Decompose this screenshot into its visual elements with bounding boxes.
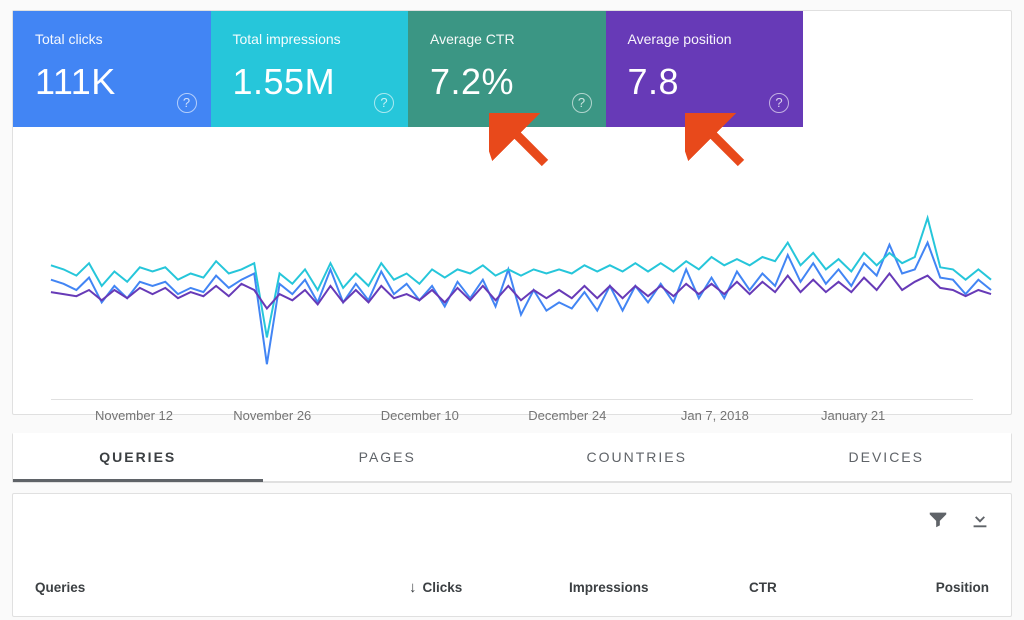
tile-value: 111K — [35, 61, 189, 103]
column-header-queries[interactable]: Queries — [35, 580, 409, 595]
tile-average-ctr[interactable]: Average CTR 7.2% ? — [408, 11, 606, 127]
x-axis-tick-label: November 26 — [233, 408, 311, 423]
tile-label: Average position — [628, 31, 782, 47]
filter-icon[interactable] — [927, 508, 949, 530]
x-axis-tick-label: December 10 — [381, 408, 459, 423]
tab-queries[interactable]: QUERIES — [13, 433, 263, 482]
tile-label: Total clicks — [35, 31, 189, 47]
tab-pages[interactable]: PAGES — [263, 433, 513, 482]
x-axis-tick-label: December 24 — [528, 408, 606, 423]
download-icon[interactable] — [969, 508, 991, 530]
chart-series-line — [51, 243, 991, 365]
dimension-tabs: QUERIES PAGES COUNTRIES DEVICES — [12, 433, 1012, 483]
chart-series-line — [51, 274, 991, 309]
tile-value: 7.8 — [628, 61, 782, 103]
chart-series-line — [51, 218, 991, 338]
tile-value: 7.2% — [430, 61, 584, 103]
help-icon[interactable]: ? — [177, 93, 197, 113]
tile-average-position[interactable]: Average position 7.8 ? — [606, 11, 804, 127]
sort-descending-icon: ↓ — [409, 579, 417, 596]
help-icon[interactable]: ? — [769, 93, 789, 113]
help-icon[interactable]: ? — [374, 93, 394, 113]
column-header-impressions[interactable]: Impressions — [569, 580, 749, 595]
performance-line-chart — [13, 127, 1011, 399]
chart-x-axis: November 12 November 26 December 10 Dece… — [51, 399, 973, 435]
tile-total-impressions[interactable]: Total impressions 1.55M ? — [211, 11, 409, 127]
tile-total-clicks[interactable]: Total clicks 111K ? — [13, 11, 211, 127]
x-axis-tick-label: January 21 — [821, 408, 885, 423]
metric-tiles: Total clicks 111K ? Total impressions 1.… — [13, 11, 803, 127]
help-icon[interactable]: ? — [572, 93, 592, 113]
tile-label: Total impressions — [233, 31, 387, 47]
tile-value: 1.55M — [233, 61, 387, 103]
column-header-position[interactable]: Position — [899, 580, 989, 595]
results-table: Queries ↓ Clicks Impressions CTR Positio… — [12, 493, 1012, 617]
tab-countries[interactable]: COUNTRIES — [512, 433, 762, 482]
tab-devices[interactable]: DEVICES — [762, 433, 1012, 482]
column-header-clicks[interactable]: ↓ Clicks — [409, 579, 569, 596]
table-column-headers: Queries ↓ Clicks Impressions CTR Positio… — [35, 579, 989, 596]
x-axis-tick-label: November 12 — [95, 408, 173, 423]
x-axis-tick-label: Jan 7, 2018 — [681, 408, 749, 423]
performance-chart-card: Total clicks 111K ? Total impressions 1.… — [12, 10, 1012, 415]
tile-label: Average CTR — [430, 31, 584, 47]
column-header-ctr[interactable]: CTR — [749, 580, 899, 595]
